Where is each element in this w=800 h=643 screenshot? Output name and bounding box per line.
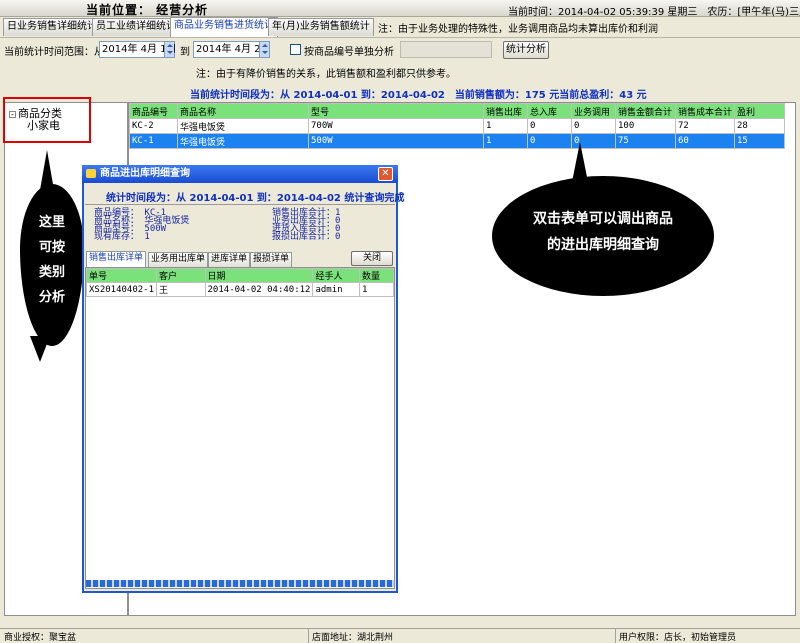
bubble-text: 可按 [38, 240, 65, 255]
col-header[interactable]: 商品编号 [129, 103, 178, 119]
table-cell: 60 [674, 133, 736, 149]
table-row-selected[interactable]: KC-1 华强电饭煲 500W 1 0 0 75 60 15 [129, 133, 786, 149]
table-cell: 1 [359, 282, 394, 297]
separate-analysis-checkbox[interactable] [290, 44, 301, 55]
col-header[interactable]: 总入库 [527, 103, 572, 119]
table-row[interactable]: KC-2 华强电饭煲 700W 1 0 0 100 72 28 [129, 118, 786, 134]
col-header[interactable]: 商品名称 [177, 103, 309, 119]
table-cell: 75 [615, 133, 676, 149]
close-icon[interactable]: ✕ [378, 167, 393, 181]
summary-line: 当前统计时间段为：从 2014-04-01 到：2014-04-02 当前销售额… [190, 90, 647, 101]
status-bar: 商业授权：聚宝盆 店面地址：湖北荆州 用户权限：店长，初始管理员 [0, 628, 800, 643]
table-cell: 0 [527, 118, 572, 134]
divider [615, 629, 616, 643]
table-cell: KC-1 [129, 133, 178, 149]
info-stock: 现有库存： 1 [94, 232, 150, 242]
status-permission: 用户权限：店长，初始管理员 [619, 633, 737, 643]
product-code-input[interactable] [400, 41, 492, 58]
right-annotation-bubble: 双击表单可以调出商品 的进出库明细查询 [492, 176, 714, 296]
info-loss-out-total: 报损出库合计：0 [272, 232, 341, 242]
sales-table: 商品编号 商品名称 型号 销售出库 总入库 业务调用 销售金额合计 销售成本合计… [129, 103, 786, 149]
col-header[interactable]: 销售金额合计 [615, 103, 676, 119]
price-note: 注：由于有降价销售的关系，此销售额和盈利都只供参考。 [196, 69, 456, 80]
status-address: 店面地址：湖北荆州 [312, 633, 394, 643]
col-header[interactable]: 业务调用 [571, 103, 616, 119]
separate-analysis-label: 按商品编号单独分析 [304, 47, 394, 58]
time-info: 当前时间：2014-04-02 05:39:39 星期三 农历：[甲午年(马)三… [508, 7, 800, 18]
detail-table-header: 单号 客户 日期 经手人 数量 [85, 268, 394, 283]
table-cell: 0 [527, 133, 572, 149]
divider [308, 629, 309, 643]
filter-row: 当前统计时间范围：从 2014年 4月 1日 到 2014年 4月 2日 按商品… [0, 37, 800, 61]
table-cell: 0 [571, 118, 616, 134]
table-cell: 华强电饭煲 [177, 133, 309, 149]
table-cell: 100 [615, 118, 676, 134]
table-header: 商品编号 商品名称 型号 销售出库 总入库 业务调用 销售金额合计 销售成本合计… [129, 103, 786, 119]
table-row[interactable]: XS20140402-1 王 2014-04-02 04:40:12 admin… [85, 282, 394, 297]
app-icon [86, 169, 96, 178]
stat-analysis-button[interactable]: 统计分析 [503, 41, 549, 59]
table-cell: 700W [308, 118, 484, 134]
from-date-picker[interactable]: 2014年 4月 1日 [99, 41, 177, 58]
to-label: 到 [180, 47, 190, 58]
from-date-spinner-icon[interactable] [164, 42, 174, 57]
table-cell: KC-2 [129, 118, 178, 134]
location-title: 当前位置： 经营分析 [86, 3, 209, 17]
tab-daily-sales[interactable]: 日业务销售详细统计 [3, 18, 101, 36]
col-header[interactable]: 盈利 [734, 103, 786, 119]
table-cell: admin [312, 282, 361, 297]
table-cell: 72 [674, 118, 736, 134]
table-cell: 28 [734, 118, 786, 134]
bubble-text: 分析 [38, 290, 65, 305]
detail-table: 单号 客户 日期 经手人 数量 XS20140402-1 王 2014-04-0… [85, 268, 394, 297]
bubble-text: 双击表单可以调出商品 [533, 211, 673, 227]
bubble-text: 类别 [38, 265, 65, 280]
table-cell: 王 [156, 282, 206, 297]
dialog-title-bar[interactable]: 商品进出库明细查询 [82, 165, 398, 183]
tab-sales-out-detail[interactable]: 销售出库详单 [86, 251, 147, 268]
detail-grid[interactable]: 单号 客户 日期 经手人 数量 XS20140402-1 王 2014-04-0… [85, 267, 395, 589]
col-header[interactable]: 日期 [204, 268, 314, 283]
table-cell: 15 [734, 133, 786, 149]
col-header[interactable]: 销售成本合计 [674, 103, 736, 119]
tab-product-sales-purchase[interactable]: 商品业务销售进货统计 [170, 17, 278, 37]
table-cell: 华强电饭煲 [177, 118, 309, 134]
divider [85, 204, 395, 205]
col-header[interactable]: 单号 [85, 268, 158, 283]
col-header[interactable]: 销售出库 [483, 103, 528, 119]
table-cell: XS20140402-1 [85, 282, 158, 297]
col-header[interactable]: 经手人 [312, 268, 361, 283]
range-label: 当前统计时间范围：从 [4, 47, 104, 58]
bubble-text: 这里 [38, 215, 65, 230]
tab-business-out[interactable]: 业务用出库单 [148, 252, 209, 267]
table-cell: 1 [483, 118, 528, 134]
col-header[interactable]: 客户 [156, 268, 206, 283]
bubble-text: 的进出库明细查询 [547, 237, 659, 253]
tab-bar: 日业务销售详细统计 员工业绩详细统计 商品业务销售进货统计 年(月)业务销售额统… [0, 17, 800, 37]
col-header[interactable]: 型号 [308, 103, 484, 119]
dialog-close-button[interactable]: 关闭 [351, 251, 393, 266]
table-cell: 1 [483, 133, 528, 149]
tab-employee-performance[interactable]: 员工业绩详细统计 [92, 18, 180, 36]
to-date-spinner-icon[interactable] [259, 42, 269, 57]
dialog-period: 统计时间段为：从 2014-04-01 到：2014-04-02 统计查询完成 [106, 193, 405, 204]
tab-yearly-monthly-sales[interactable]: 年(月)业务销售额统计 [268, 18, 374, 36]
to-date-picker[interactable]: 2014年 4月 2日 [193, 41, 271, 58]
dialog-progress-bar [86, 580, 394, 587]
status-license: 商业授权：聚宝盆 [4, 633, 77, 643]
table-cell: 500W [308, 133, 484, 149]
tab-note: 注：由于业务处理的特殊性，业务调用商品均未算出库价和利润 [378, 24, 658, 35]
col-header[interactable]: 数量 [359, 268, 394, 283]
table-cell: 2014-04-02 04:40:12 [204, 282, 314, 297]
highlight-box [3, 97, 91, 143]
tab-purchase-in[interactable]: 进库详单 [208, 252, 251, 267]
tab-loss-detail[interactable]: 报损详单 [250, 252, 293, 267]
